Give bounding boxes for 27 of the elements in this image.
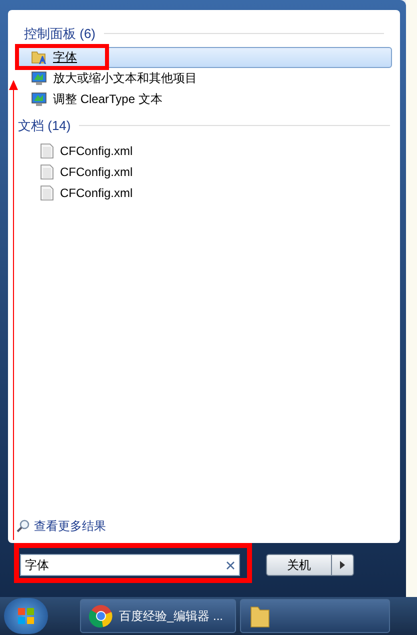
shutdown-button[interactable]: 关机: [266, 554, 332, 576]
document-icon: [40, 184, 54, 200]
result-item[interactable]: CFConfig.xml: [16, 140, 392, 161]
result-item[interactable]: 放大或缩小文本和其他项目: [16, 68, 392, 88]
document-icon: [40, 164, 54, 180]
clear-icon[interactable]: [226, 560, 235, 570]
result-item[interactable]: CFConfig.xml: [16, 161, 392, 182]
result-item[interactable]: 调整 ClearType 文本: [16, 88, 392, 110]
font-folder-icon: [31, 49, 47, 65]
result-item[interactable]: 字体: [16, 46, 392, 68]
search-icon: [16, 519, 30, 533]
section-header: 文档 (14): [18, 116, 71, 135]
taskbar-button[interactable]: 百度经验_编辑器 ...: [80, 599, 236, 633]
arrow-right-icon: [340, 561, 345, 569]
start-button[interactable]: [4, 598, 48, 634]
windows-logo-icon: [17, 607, 35, 625]
shutdown-options-button[interactable]: [332, 554, 354, 576]
taskbar-button[interactable]: [240, 599, 390, 633]
browser-icon: [89, 604, 113, 628]
see-more-results-link[interactable]: 查看更多结果: [16, 517, 392, 535]
section-header: 控制面板 (6): [24, 25, 96, 43]
search-field[interactable]: 字体: [20, 554, 240, 576]
result-item[interactable]: CFConfig.xml: [16, 182, 392, 203]
folder-icon: [249, 604, 271, 628]
monitor-icon: [31, 70, 47, 86]
document-icon: [40, 142, 54, 158]
monitor-icon: [31, 91, 47, 107]
